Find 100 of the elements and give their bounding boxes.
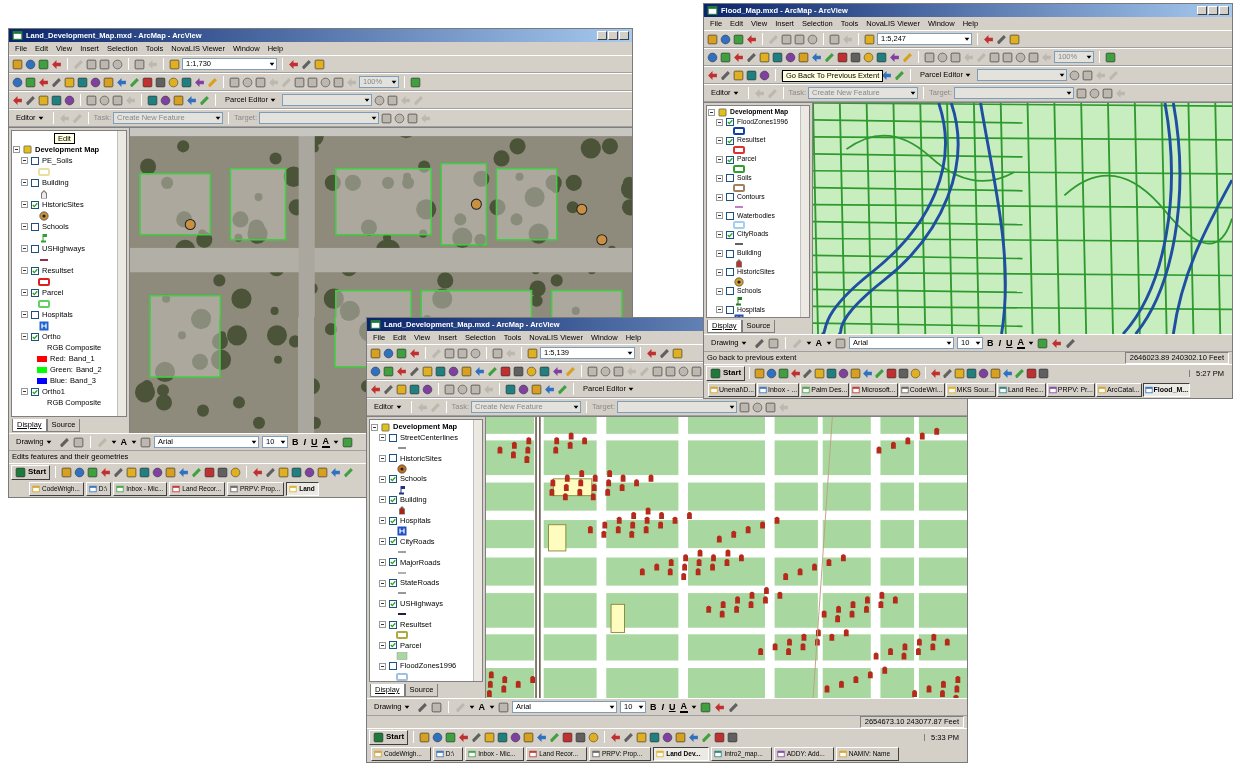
collapse-icon[interactable] <box>379 475 386 483</box>
checkbox[interactable] <box>726 249 734 258</box>
checkbox[interactable] <box>389 599 397 608</box>
tool-icon[interactable] <box>181 76 192 88</box>
checkbox[interactable] <box>31 310 39 319</box>
collapse-icon[interactable] <box>716 306 723 314</box>
tool-icon[interactable] <box>497 731 509 743</box>
tool-icon[interactable] <box>77 76 88 88</box>
tool-icon[interactable] <box>798 51 809 63</box>
checkbox[interactable] <box>726 118 734 127</box>
checkbox[interactable] <box>389 662 397 671</box>
tool-icon[interactable] <box>636 731 648 743</box>
checkbox[interactable] <box>726 193 734 202</box>
checkbox[interactable] <box>31 222 39 231</box>
checkbox[interactable] <box>726 230 734 239</box>
tool-icon[interactable] <box>126 466 138 478</box>
target-field[interactable] <box>954 87 1075 99</box>
tool-icon[interactable] <box>396 383 407 395</box>
tool-icon[interactable] <box>765 401 777 413</box>
checkbox[interactable] <box>389 537 397 546</box>
collapse-icon[interactable] <box>716 287 723 295</box>
tool-icon[interactable] <box>383 365 394 377</box>
collapse-icon[interactable] <box>21 311 28 318</box>
collapse-icon[interactable] <box>21 157 28 164</box>
tool-icon[interactable] <box>333 76 344 88</box>
collapse-icon[interactable] <box>708 109 715 117</box>
tool-icon[interactable] <box>64 76 75 88</box>
pencil-icon[interactable] <box>557 383 568 395</box>
pencil-icon[interactable] <box>746 51 757 63</box>
tool-icon[interactable] <box>700 701 712 713</box>
tool-icon[interactable] <box>140 436 151 448</box>
tool-icon[interactable] <box>1038 367 1050 379</box>
tool-icon[interactable] <box>835 337 846 349</box>
tool-icon[interactable] <box>291 466 303 478</box>
start-button[interactable]: Start <box>706 365 746 381</box>
pencil-icon[interactable] <box>942 367 954 379</box>
tool-icon[interactable] <box>1026 367 1038 379</box>
tool-icon[interactable] <box>733 69 744 81</box>
tool-icon[interactable] <box>754 367 766 379</box>
tool-icon[interactable] <box>1076 87 1088 99</box>
tool-icon[interactable] <box>51 94 62 106</box>
pencil-icon[interactable] <box>802 367 814 379</box>
pencil-icon[interactable] <box>51 76 62 88</box>
minimize-icon[interactable] <box>597 31 607 40</box>
pencil-icon[interactable] <box>471 731 483 743</box>
tool-icon[interactable] <box>38 94 49 106</box>
checkbox[interactable] <box>389 516 397 525</box>
collapse-icon[interactable] <box>716 268 723 276</box>
checkbox[interactable] <box>726 212 734 220</box>
checkbox[interactable] <box>31 200 39 209</box>
collapse-icon[interactable] <box>21 179 28 186</box>
tool-icon[interactable] <box>746 69 757 81</box>
scrollbar[interactable] <box>473 420 482 681</box>
collapse-icon[interactable] <box>379 454 386 462</box>
tool-icon[interactable] <box>165 466 177 478</box>
tool-icon[interactable] <box>562 731 574 743</box>
tool-icon[interactable] <box>613 365 624 377</box>
tool-icon[interactable] <box>484 731 496 743</box>
tool-icon[interactable] <box>924 51 935 63</box>
minimize-icon[interactable] <box>1197 6 1207 15</box>
checkbox[interactable] <box>726 305 734 314</box>
tool-icon[interactable] <box>772 51 783 63</box>
collapse-icon[interactable] <box>379 600 386 608</box>
tool-icon[interactable] <box>155 76 166 88</box>
tool-icon[interactable] <box>492 347 503 359</box>
tool-icon[interactable] <box>229 76 240 88</box>
tool-icon[interactable] <box>1105 51 1116 63</box>
collapse-icon[interactable] <box>716 137 723 145</box>
checkbox[interactable] <box>389 558 397 567</box>
maximize-icon[interactable] <box>1208 6 1218 15</box>
tool-icon[interactable] <box>204 466 216 478</box>
tool-icon[interactable] <box>38 58 49 70</box>
collapse-icon[interactable] <box>371 423 378 431</box>
tool-icon[interactable] <box>99 58 110 70</box>
parcel-field[interactable] <box>976 69 1067 81</box>
collapse-icon[interactable] <box>379 621 386 629</box>
tool-icon[interactable] <box>86 94 97 106</box>
pencil-icon[interactable] <box>199 94 210 106</box>
tool-icon[interactable] <box>86 58 97 70</box>
bold-button[interactable]: B <box>986 338 995 348</box>
start-button[interactable]: Start <box>11 464 51 480</box>
italic-button[interactable]: I <box>997 338 1003 348</box>
tool-icon[interactable] <box>733 33 744 45</box>
checkbox[interactable] <box>726 287 734 296</box>
tool-icon[interactable] <box>781 33 792 45</box>
checkbox[interactable] <box>31 244 39 253</box>
collapse-icon[interactable] <box>21 388 28 395</box>
tool-icon[interactable] <box>470 383 481 395</box>
collapse-icon[interactable] <box>379 434 386 442</box>
tool-icon[interactable] <box>989 51 1000 63</box>
tool-icon[interactable] <box>1037 337 1049 349</box>
tool-icon[interactable] <box>314 58 325 70</box>
tool-icon[interactable] <box>691 365 702 377</box>
parcel-field[interactable] <box>281 94 372 106</box>
tool-icon[interactable] <box>864 33 875 45</box>
tool-icon[interactable] <box>1102 87 1114 99</box>
tool-icon[interactable] <box>707 33 718 45</box>
collapse-icon[interactable] <box>379 558 386 566</box>
collapse-icon[interactable] <box>716 193 723 201</box>
tool-icon[interactable] <box>814 367 826 379</box>
